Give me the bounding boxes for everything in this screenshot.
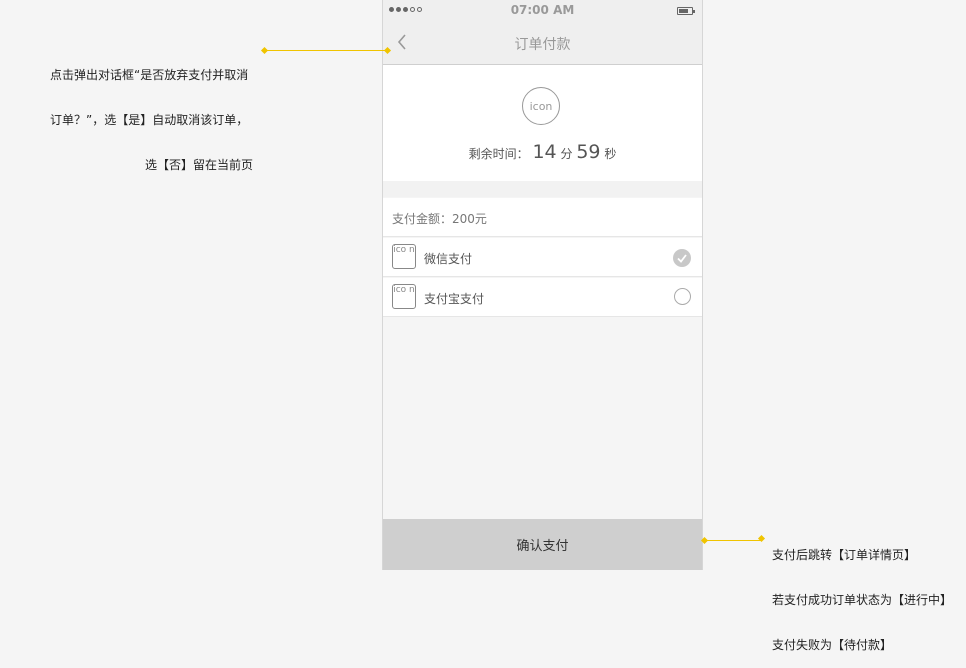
status-bar: 07:00 AM <box>383 0 702 22</box>
countdown-minutes-unit: 分 <box>560 147 573 161</box>
payment-method-label: 支付宝支付 <box>424 292 485 306</box>
section-divider <box>383 181 702 197</box>
countdown-text: 剩余时间： 14 分 59 秒 <box>383 141 702 163</box>
annotation-line-2: 若支付成功订单状态为【进行中】 <box>772 593 953 607</box>
annotation-line-2: 订单？”，选【是】自动取消该订单， <box>50 113 249 127</box>
alipay-icon: ico n <box>392 284 416 309</box>
radio-checked-icon[interactable] <box>673 249 691 267</box>
radio-unchecked-icon[interactable] <box>674 288 691 305</box>
page-title: 订单付款 <box>514 37 571 53</box>
back-annotation: 点击弹出对话框“是否放弃支付并取消 订单？”，选【是】自动取消该订单， 选【否】… <box>50 38 253 188</box>
countdown-label: 剩余时间： <box>468 147 529 161</box>
payment-method-alipay[interactable]: ico n 支付宝支付 <box>383 278 702 317</box>
confirm-annotation: 支付后跳转【订单详情页】 若支付成功订单状态为【进行中】 支付失败为【待付款】 <box>772 518 952 668</box>
annotation-connector <box>265 50 388 51</box>
countdown-card: icon 剩余时间： 14 分 59 秒 <box>383 65 702 181</box>
nav-bar: 订单付款 <box>383 22 702 65</box>
payment-amount-row: 支付金额：200元 <box>383 198 702 237</box>
wechat-pay-icon: ico n <box>392 244 416 269</box>
placeholder-icon: icon <box>522 87 560 125</box>
annotation-connector <box>704 540 762 541</box>
annotation-line-3: 选【否】留在当前页 <box>145 158 254 172</box>
payment-method-wechat[interactable]: ico n 微信支付 <box>383 238 702 277</box>
confirm-pay-button[interactable]: 确认支付 <box>383 519 702 570</box>
countdown-seconds: 59 <box>576 141 601 163</box>
payment-method-label: 微信支付 <box>424 252 473 266</box>
status-time: 07:00 AM <box>510 3 575 17</box>
annotation-marker <box>260 46 269 55</box>
payment-amount: 支付金额：200元 <box>392 212 487 226</box>
battery-icon <box>677 7 695 15</box>
countdown-seconds-unit: 秒 <box>604 147 617 161</box>
countdown-minutes: 14 <box>532 141 557 163</box>
annotation-line-1: 点击弹出对话框“是否放弃支付并取消 <box>50 68 249 82</box>
phone-screen: 07:00 AM 订单付款 icon 剩余时间： 14 分 59 秒 支付金额：… <box>382 0 703 570</box>
annotation-line-1: 支付后跳转【订单详情页】 <box>772 548 917 562</box>
annotation-line-3: 支付失败为【待付款】 <box>772 638 893 652</box>
